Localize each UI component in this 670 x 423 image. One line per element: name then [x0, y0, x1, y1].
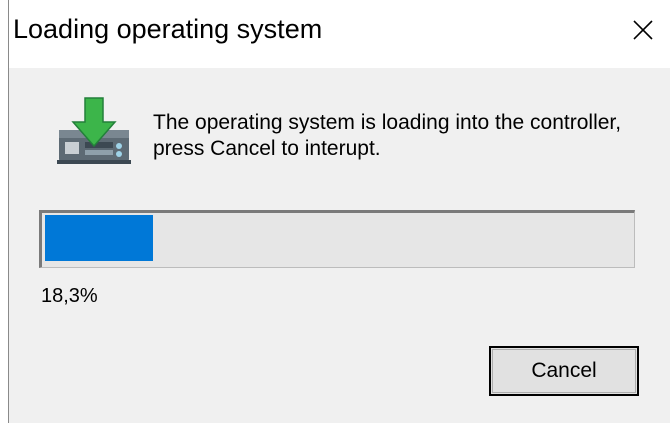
- status-message: The operating system is loading into the…: [153, 110, 653, 162]
- title-bar: Loading operating system: [9, 0, 670, 68]
- progress-bar-fill: [45, 215, 153, 261]
- message-line-2: press Cancel to interupt.: [153, 137, 381, 160]
- message-line-1: The operating system is loading into the…: [153, 111, 622, 134]
- controller-download-icon: [57, 97, 131, 164]
- dialog-window: Loading operating system The operating s…: [8, 0, 670, 423]
- close-button[interactable]: [615, 0, 670, 60]
- close-x-icon: [633, 20, 653, 40]
- window-title: Loading operating system: [13, 14, 323, 44]
- progress-percent-label: 18,3%: [41, 285, 98, 307]
- cancel-button[interactable]: Cancel: [489, 346, 639, 396]
- progress-bar: [39, 210, 635, 268]
